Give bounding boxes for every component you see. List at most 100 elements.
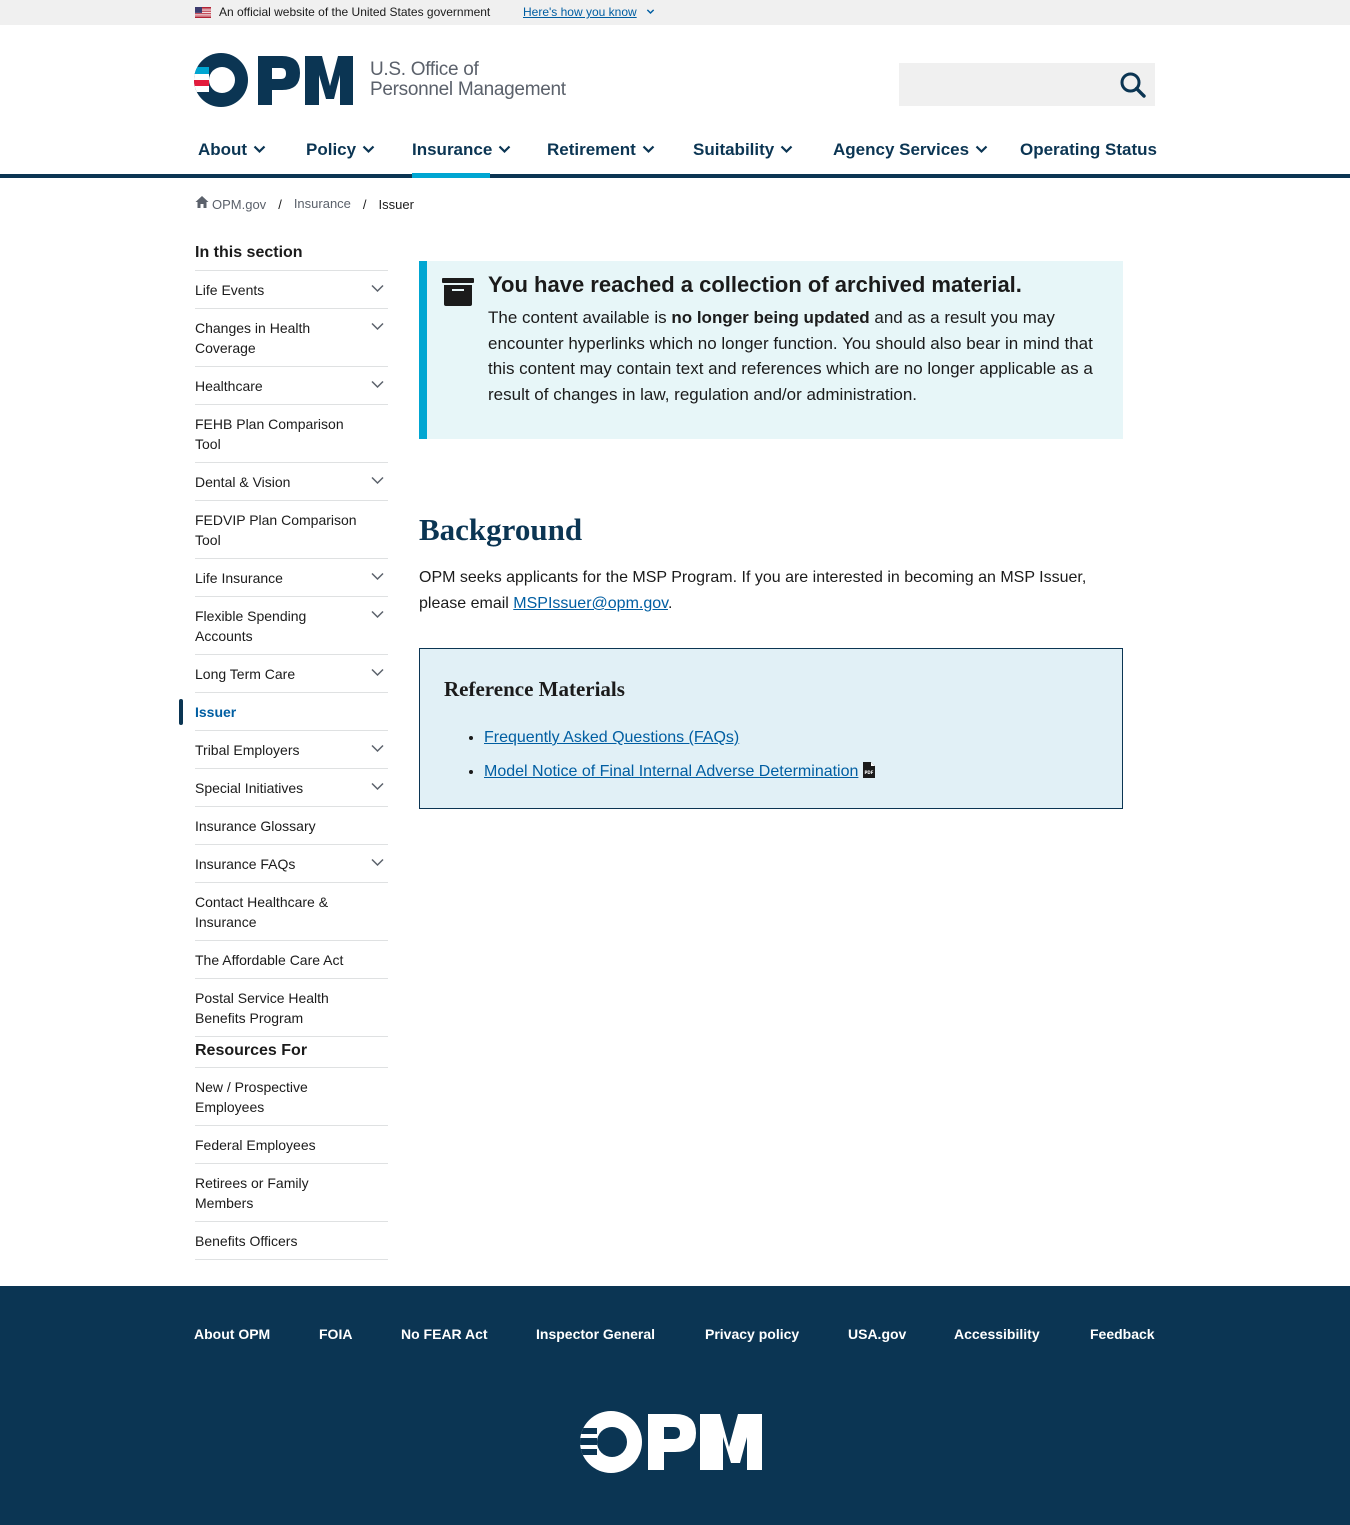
- svg-text:PDF: PDF: [865, 770, 874, 775]
- agency-name: U.S. Office of Personnel Management: [370, 60, 566, 100]
- pdf-file-icon: PDF: [863, 762, 876, 778]
- sidebar-item-label: FEDVIP Plan Comparison Tool: [195, 512, 357, 548]
- resources-for-heading: Resources For: [195, 1042, 308, 1059]
- nav-policy[interactable]: Policy: [306, 140, 375, 160]
- sidebar-item-label: Healthcare: [195, 378, 263, 394]
- footer-link-about-opm[interactable]: About OPM: [194, 1326, 270, 1342]
- chevron-down-icon: [362, 145, 375, 154]
- main-navigation: About Policy Insurance Retirement Suitab…: [0, 130, 1350, 178]
- chevron-down-icon[interactable]: [371, 782, 384, 791]
- footer-link-inspector-general[interactable]: Inspector General: [536, 1326, 655, 1342]
- sidebar-item-label: Special Initiatives: [195, 780, 304, 796]
- nav-suitability-label: Suitability: [693, 140, 775, 159]
- sidebar-item-label: FEHB Plan Comparison Tool: [195, 416, 344, 452]
- sidebar-item-label: Contact Healthcare & Insurance: [195, 894, 329, 930]
- alert-text-before: The content available is: [488, 308, 672, 327]
- sidebar-item-contact-healthcare-and-insurance[interactable]: Contact Healthcare & Insurance: [195, 883, 388, 941]
- agency-name-line-2: Personnel Management: [370, 79, 566, 100]
- search-icon[interactable]: [1117, 69, 1149, 101]
- breadcrumb-insurance[interactable]: Insurance: [294, 196, 351, 211]
- chevron-down-icon[interactable]: [371, 476, 384, 485]
- resources-item-new-prospective-employees[interactable]: New / Prospective Employees: [195, 1068, 388, 1126]
- sidebar-item-special-initiatives[interactable]: Special Initiatives: [195, 769, 388, 807]
- nav-about-label: About: [198, 140, 248, 159]
- sidebar-item-tribal-employers[interactable]: Tribal Employers: [195, 731, 388, 769]
- chevron-down-icon[interactable]: [371, 668, 384, 677]
- footer-link-no-fear-act[interactable]: No FEAR Act: [401, 1326, 488, 1342]
- chevron-down-icon: [975, 145, 988, 154]
- sidebar-item-insurance-faqs[interactable]: Insurance FAQs: [195, 845, 388, 883]
- site-footer: About OPM FOIA No FEAR Act Inspector Gen…: [0, 1286, 1350, 1525]
- issuer-email-link[interactable]: MSPIssuer@opm.gov: [513, 595, 668, 612]
- sidebar-item-label: Long Term Care: [195, 666, 296, 682]
- chevron-down-icon[interactable]: [371, 744, 384, 753]
- chevron-down-icon[interactable]: [646, 7, 655, 16]
- list-item: Model Notice of Final Internal Adverse D…: [484, 755, 876, 789]
- chevron-down-icon: [499, 145, 511, 154]
- chevron-down-icon[interactable]: [371, 858, 384, 867]
- sidebar-item-healthcare[interactable]: Healthcare: [195, 367, 388, 405]
- footer-link-feedback[interactable]: Feedback: [1090, 1326, 1155, 1342]
- breadcrumb-home[interactable]: OPM.gov: [195, 196, 266, 212]
- footer-link-usa-gov[interactable]: USA.gov: [848, 1326, 906, 1342]
- sidebar-item-flexible-spending-accounts[interactable]: Flexible Spending Accounts: [195, 597, 388, 655]
- resources-item-label: Retirees or Family Members: [195, 1175, 309, 1211]
- chevron-down-icon: [253, 145, 266, 154]
- sidebar-item-life-events[interactable]: Life Events: [195, 271, 388, 309]
- resources-item-label: New / Prospective Employees: [195, 1079, 308, 1115]
- sidebar-item-fedvip-plan-comparison-tool[interactable]: FEDVIP Plan Comparison Tool: [195, 501, 388, 559]
- sidebar-item-life-insurance[interactable]: Life Insurance: [195, 559, 388, 597]
- footer-link-accessibility[interactable]: Accessibility: [954, 1326, 1040, 1342]
- sidebar-item-label: Insurance FAQs: [195, 856, 296, 872]
- sidebar-item-postal-service-health-benefits-program[interactable]: Postal Service Health Benefits Program: [195, 979, 388, 1037]
- sidebar-item-the-affordable-care-act[interactable]: The Affordable Care Act: [195, 941, 388, 979]
- nav-policy-label: Policy: [306, 140, 357, 159]
- section-nav-list: Life Events Changes in Health Coverage Hea…: [179, 270, 388, 1037]
- resources-item-federal-employees[interactable]: Federal Employees: [195, 1126, 388, 1164]
- breadcrumb: OPM.gov / Insurance / Issuer: [195, 195, 414, 212]
- resources-item-benefits-officers[interactable]: Benefits Officers: [195, 1222, 388, 1260]
- footer-link-foia[interactable]: FOIA: [319, 1326, 352, 1342]
- sidebar-item-label: Life Insurance: [195, 570, 283, 586]
- chevron-down-icon[interactable]: [371, 284, 384, 293]
- in-this-section-heading: In this section: [195, 244, 303, 261]
- sidebar-item-issuer[interactable]: Issuer: [179, 693, 388, 731]
- archive-box-icon: [442, 278, 474, 306]
- heres-how-you-know-link[interactable]: Here's how you know: [523, 5, 637, 19]
- nav-insurance[interactable]: Insurance: [412, 140, 511, 160]
- nav-about[interactable]: About: [198, 140, 266, 160]
- sidebar-item-long-term-care[interactable]: Long Term Care: [195, 655, 388, 693]
- nav-operating-status-label: Operating Status: [1020, 140, 1157, 159]
- sidebar-item-label: Postal Service Health Benefits Program: [195, 990, 329, 1026]
- resources-item-label: Benefits Officers: [195, 1233, 298, 1249]
- chevron-down-icon[interactable]: [371, 322, 384, 331]
- faq-link[interactable]: Frequently Asked Questions (FAQs): [484, 729, 739, 746]
- opm-footer-logo: [580, 1411, 762, 1473]
- nav-agency-services[interactable]: Agency Services: [833, 140, 988, 160]
- chevron-down-icon[interactable]: [371, 610, 384, 619]
- breadcrumb-current: Issuer: [378, 197, 414, 213]
- model-notice-link[interactable]: Model Notice of Final Internal Adverse D…: [484, 763, 858, 780]
- us-flag-icon: [195, 7, 211, 18]
- sidebar-item-dental-and-vision[interactable]: Dental & Vision: [195, 463, 388, 501]
- nav-suitability[interactable]: Suitability: [693, 140, 793, 160]
- sidebar-item-insurance-glossary[interactable]: Insurance Glossary: [195, 807, 388, 845]
- nav-retirement-label: Retirement: [547, 140, 636, 159]
- sidebar-item-changes-in-health-coverage[interactable]: Changes in Health Coverage: [195, 309, 388, 367]
- nav-insurance-label: Insurance: [412, 140, 493, 159]
- chevron-down-icon: [780, 145, 793, 154]
- agency-name-line-1: U.S. Office of: [370, 59, 479, 80]
- home-icon: [195, 196, 209, 208]
- sidebar-item-fehb-plan-comparison-tool[interactable]: FEHB Plan Comparison Tool: [195, 405, 388, 463]
- footer-link-privacy-policy[interactable]: Privacy policy: [705, 1326, 799, 1342]
- resources-item-retirees-or-family-members[interactable]: Retirees or Family Members: [195, 1164, 388, 1222]
- nav-operating-status[interactable]: Operating Status: [1020, 140, 1157, 160]
- chevron-down-icon[interactable]: [371, 572, 384, 581]
- alert-title: You have reached a collection of archive…: [488, 272, 1022, 297]
- archived-material-alert: You have reached a collection of archive…: [419, 261, 1123, 439]
- sidebar-item-label: Changes in Health Coverage: [195, 320, 311, 356]
- resources-nav-list: New / Prospective Employees Federal Emplo…: [195, 1067, 388, 1260]
- chevron-down-icon[interactable]: [371, 380, 384, 389]
- sidebar-item-label: Life Events: [195, 282, 265, 298]
- nav-retirement[interactable]: Retirement: [547, 140, 655, 160]
